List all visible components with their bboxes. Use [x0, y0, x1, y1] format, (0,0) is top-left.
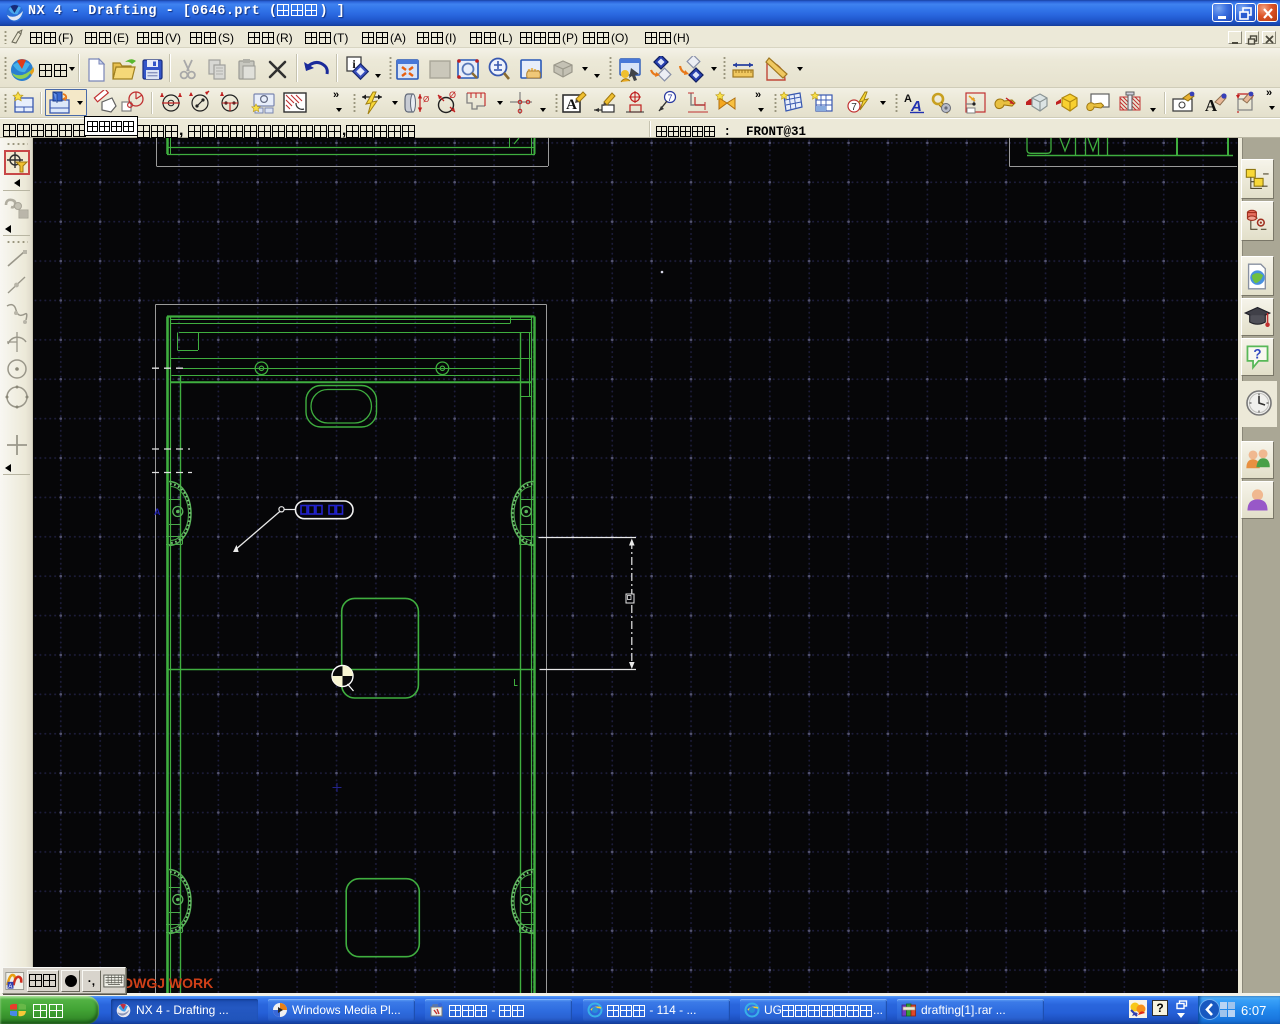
svg-text:A: A	[1205, 96, 1218, 115]
svg-text:?: ?	[1253, 346, 1261, 361]
svg-text:A: A	[566, 97, 577, 113]
svg-text:7: 7	[851, 102, 857, 113]
svg-text:A: A	[8, 983, 12, 989]
svg-text:Ø: Ø	[423, 95, 429, 104]
svg-text:7: 7	[667, 93, 672, 103]
svg-text:Ø: Ø	[449, 90, 456, 100]
svg-text:A: A	[154, 507, 161, 517]
